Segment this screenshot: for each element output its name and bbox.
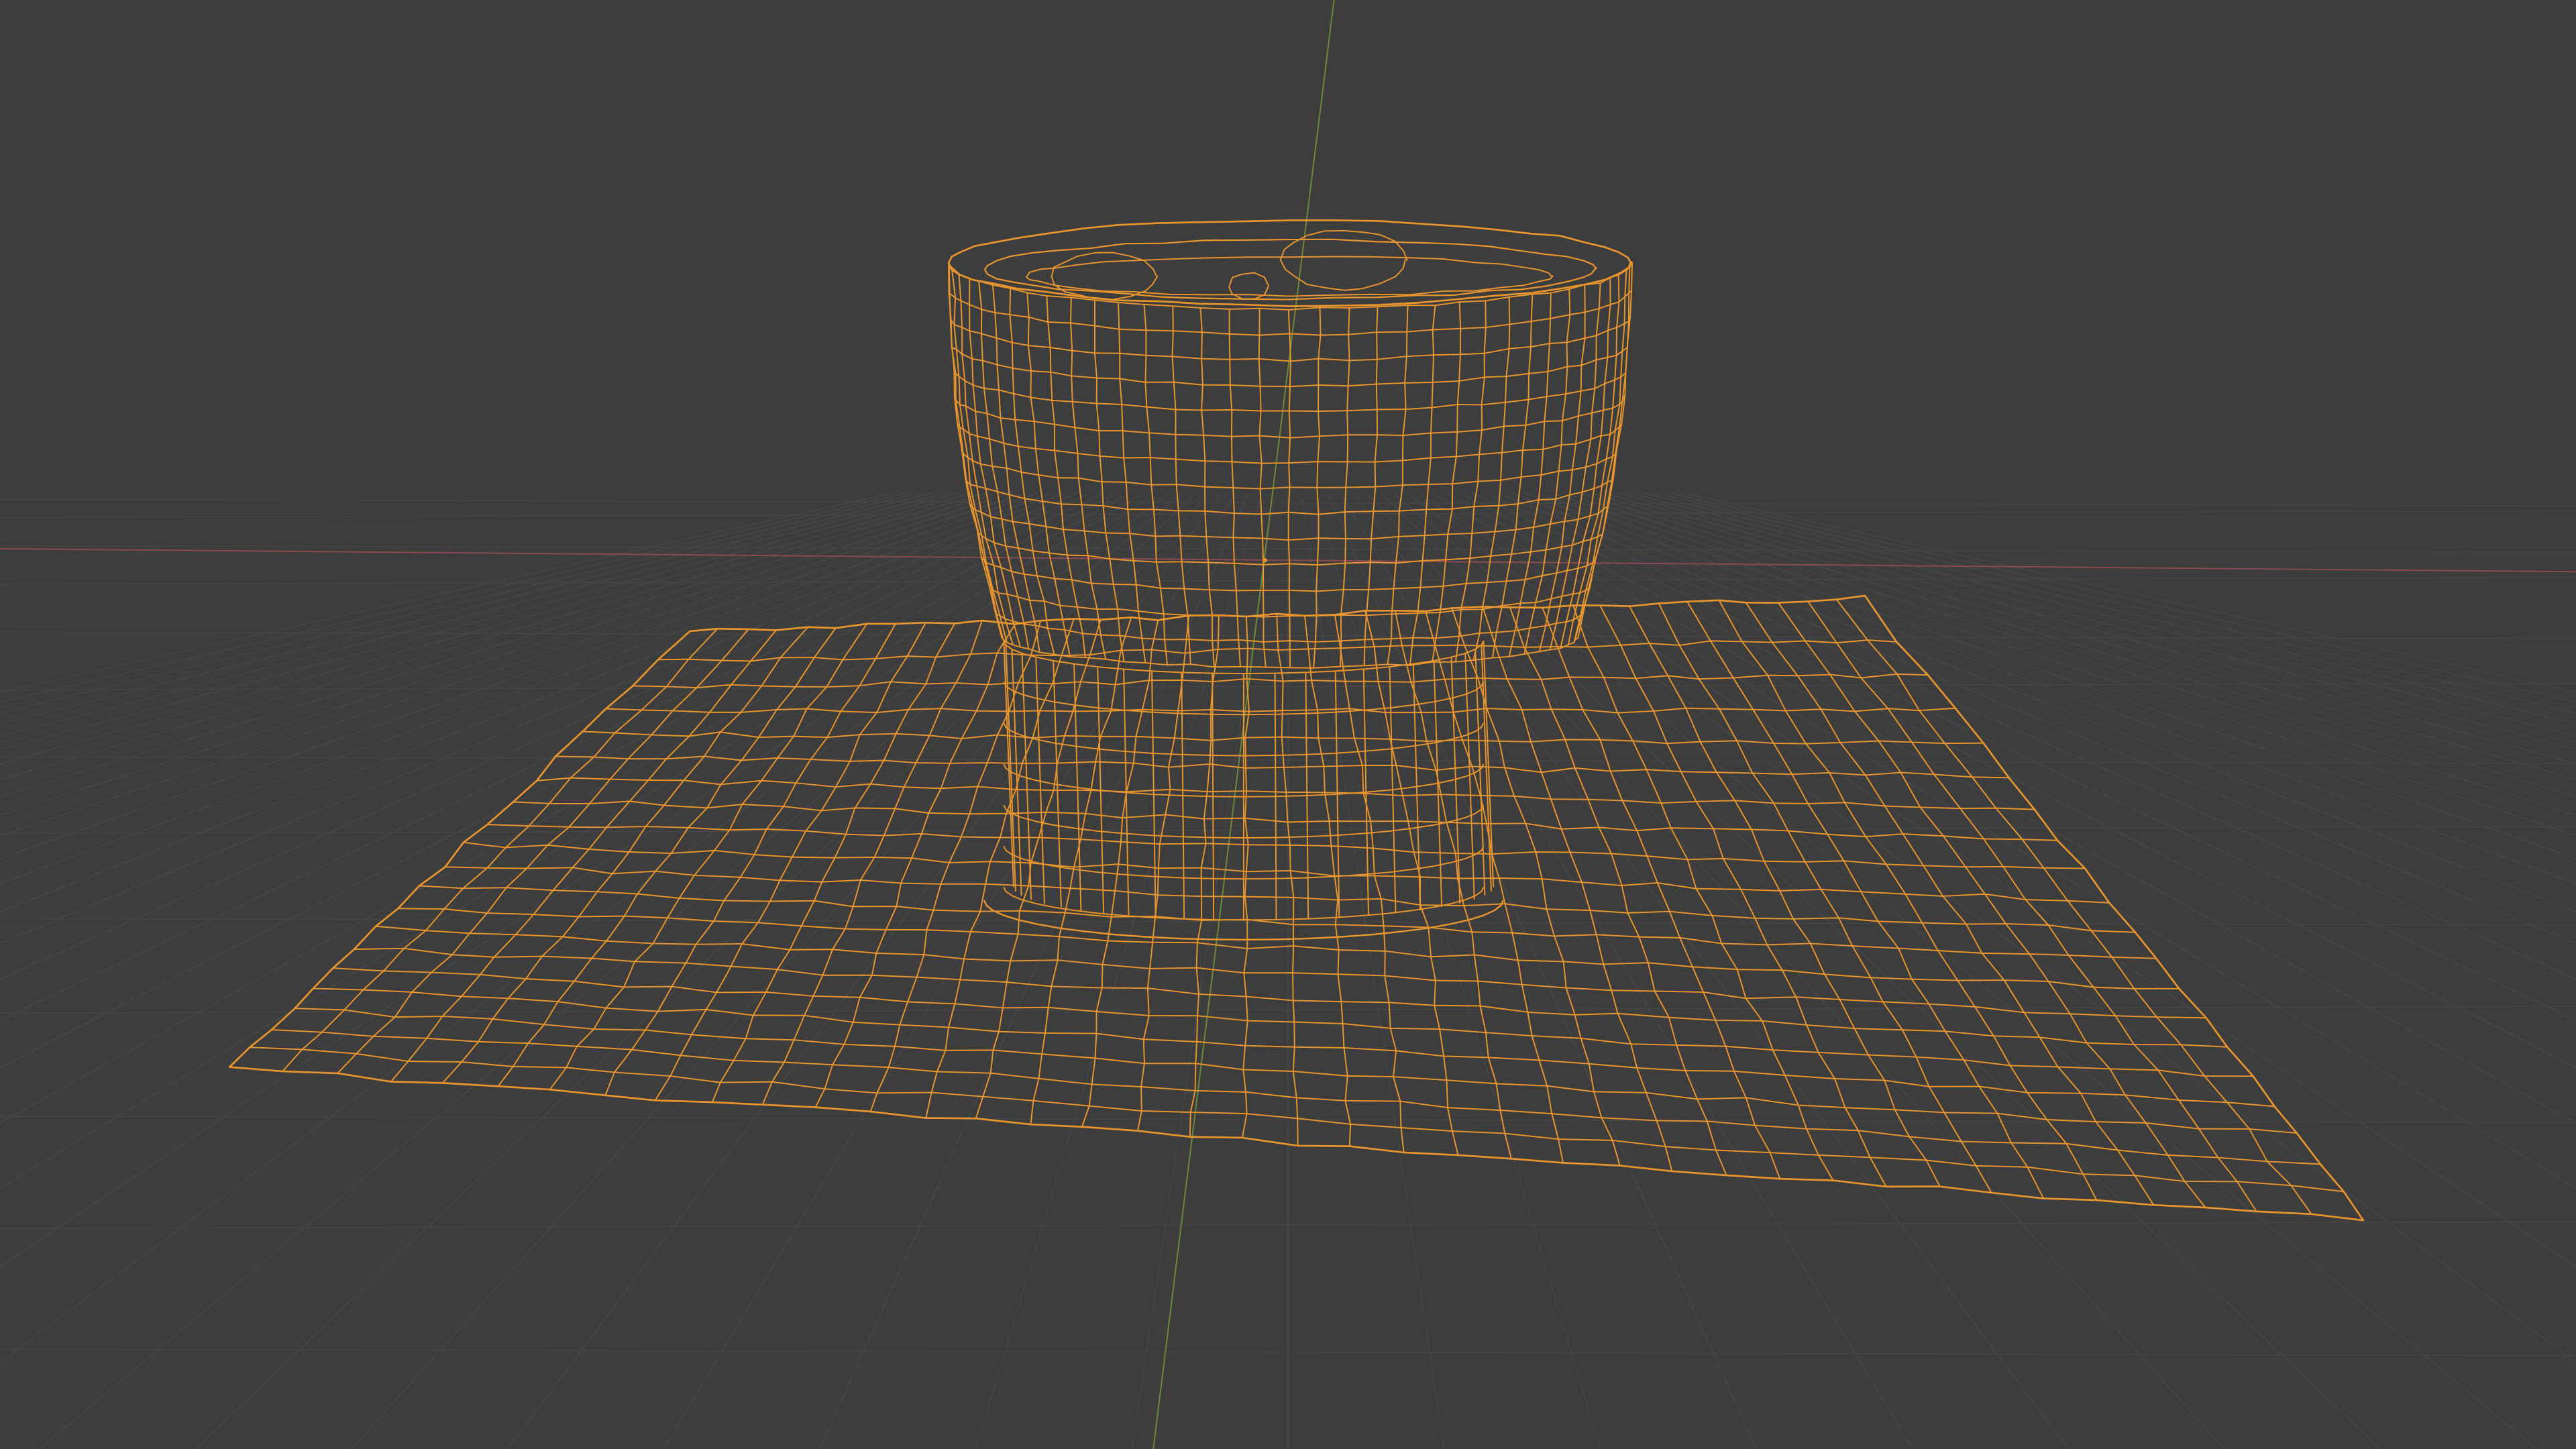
grid-line (0, 492, 973, 765)
bowl-content (1228, 272, 1270, 301)
mesh-edge (1363, 307, 1379, 666)
grid-line (0, 492, 1038, 859)
mesh-edge (948, 262, 1003, 638)
grid-line (0, 492, 1131, 1124)
grid-line (0, 492, 920, 714)
viewport-canvas[interactable] (0, 0, 2576, 1449)
grid-line (0, 492, 1144, 1189)
grid-line (39, 492, 1183, 1449)
grid-line (819, 492, 1249, 1449)
mesh-edge (1572, 605, 1834, 1181)
grid-line (1668, 492, 2576, 703)
mesh-edge (1745, 602, 2155, 1205)
grid-line (1682, 492, 2576, 693)
grid-line (0, 492, 1078, 945)
mesh-edge (1304, 615, 1352, 1146)
object-origin-icon (1263, 557, 1267, 563)
mesh-edge (1542, 607, 1781, 1179)
mesh-edge (1136, 615, 1190, 1131)
grid-line (1300, 492, 1445, 1449)
bowl-rim (947, 219, 1632, 307)
3d-viewport[interactable] (0, 0, 2576, 1449)
mesh-edge (1364, 610, 1459, 1156)
mesh-edge (1778, 602, 2206, 1208)
mesh-edge (1189, 615, 1220, 1137)
mesh-edge (1807, 601, 2257, 1212)
mesh-edge (1030, 617, 1132, 1125)
mesh-edge (925, 618, 1075, 1118)
mesh-edge (654, 622, 926, 1101)
mesh-edge (1081, 620, 1159, 1128)
grid-line (0, 492, 1171, 1363)
grid-line (0, 492, 1091, 980)
mesh-edge (555, 755, 2009, 779)
bowl-inner-rim (1025, 256, 1554, 297)
mesh-edge (1509, 607, 1727, 1176)
grid-line (0, 492, 1012, 816)
mesh-edge (1549, 282, 1601, 650)
grid-line (0, 492, 1026, 837)
mesh-edge (1276, 613, 1299, 1146)
bowl-inner-rim (983, 238, 1597, 301)
mesh-edge (282, 628, 718, 1072)
grid-line (0, 492, 1105, 1021)
mesh-edge (513, 800, 2058, 841)
mesh-edge (975, 619, 1102, 1119)
grid-line (195, 492, 1197, 1449)
grid-line (0, 492, 1157, 1267)
grid-line (1131, 492, 1276, 1449)
grid-line (0, 492, 1000, 798)
mesh-edge (1574, 267, 1631, 640)
grid-line (507, 492, 1223, 1449)
mesh-edge (1334, 614, 1405, 1153)
grid-line (0, 492, 894, 693)
mesh-edge (814, 623, 1016, 1108)
grid-line (351, 492, 1210, 1449)
mesh-edge (1258, 308, 1267, 667)
